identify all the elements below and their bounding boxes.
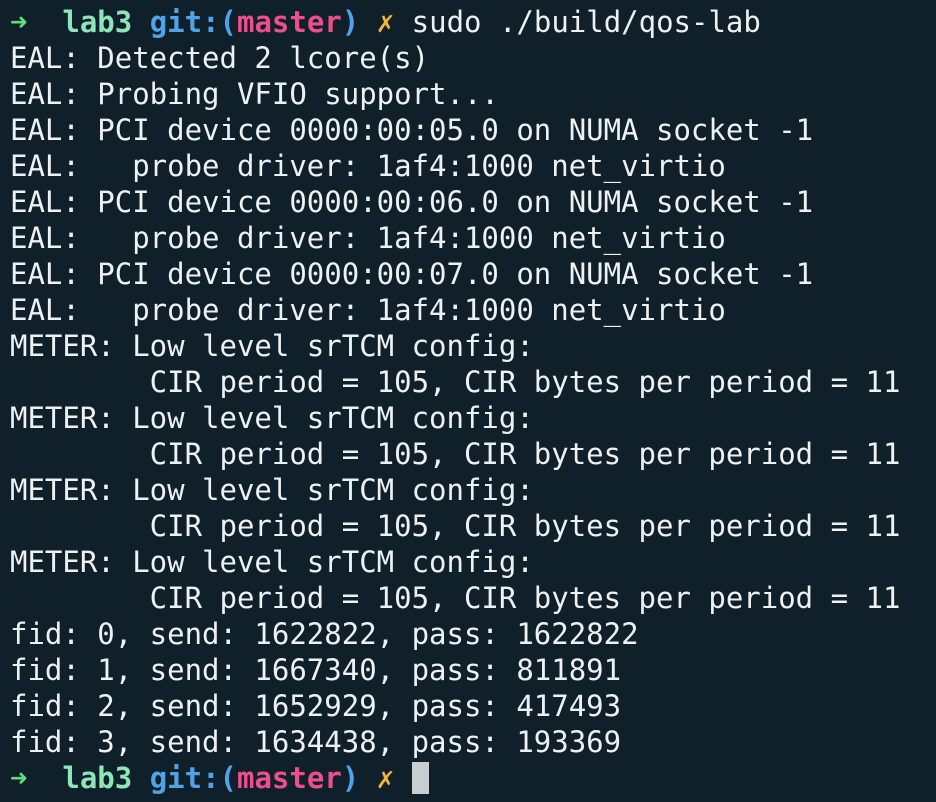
output-line: fid: 1, send: 1667340, pass: 811891 xyxy=(10,653,622,687)
prompt-dirty-icon: ✗ xyxy=(376,761,395,795)
output-line: fid: 0, send: 1622822, pass: 1622822 xyxy=(10,617,639,651)
output-line: EAL: PCI device 0000:00:07.0 on NUMA soc… xyxy=(10,257,814,291)
terminal-output: ➜ lab3 git:(master) ✗ sudo ./build/qos-l… xyxy=(10,4,936,796)
prompt-git-prefix: git:( xyxy=(149,761,238,795)
output-line: EAL: Detected 2 lcore(s) xyxy=(10,41,430,75)
prompt-git-prefix: git:( xyxy=(149,5,238,39)
prompt-git-suffix: ) xyxy=(341,761,360,795)
prompt-line-current[interactable]: ➜ lab3 git:(master) ✗ xyxy=(10,760,936,796)
prompt-directory: lab3 xyxy=(62,5,133,39)
command-text: sudo ./build/qos-lab xyxy=(411,5,761,39)
output-line: fid: 2, send: 1652929, pass: 417493 xyxy=(10,689,622,723)
terminal-window[interactable]: ➜ lab3 git:(master) ✗ sudo ./build/qos-l… xyxy=(0,0,936,802)
output-line: METER: Low level srTCM config: xyxy=(10,329,534,363)
output-line: METER: Low level srTCM config: xyxy=(10,473,534,507)
output-line: EAL: probe driver: 1af4:1000 net_virtio xyxy=(10,221,726,255)
prompt-branch: master xyxy=(237,5,342,39)
prompt-dirty-icon: ✗ xyxy=(376,5,395,39)
prompt-line: ➜ lab3 git:(master) ✗ sudo ./build/qos-l… xyxy=(10,4,936,40)
text-cursor[interactable] xyxy=(411,762,429,794)
output-line: EAL: PCI device 0000:00:05.0 on NUMA soc… xyxy=(10,113,814,147)
output-line: EAL: PCI device 0000:00:06.0 on NUMA soc… xyxy=(10,185,814,219)
prompt-arrow-icon: ➜ xyxy=(10,5,28,39)
output-line: fid: 3, send: 1634438, pass: 193369 xyxy=(10,725,622,759)
prompt-directory: lab3 xyxy=(62,761,133,795)
output-line: EAL: probe driver: 1af4:1000 net_virtio xyxy=(10,293,726,327)
prompt-branch: master xyxy=(237,761,342,795)
output-line: EAL: Probing VFIO support... xyxy=(10,77,499,111)
output-line: CIR period = 105, CIR bytes per period =… xyxy=(10,437,901,471)
output-line: CIR period = 105, CIR bytes per period =… xyxy=(10,581,901,615)
output-line: CIR period = 105, CIR bytes per period =… xyxy=(10,509,901,543)
prompt-arrow-icon: ➜ xyxy=(10,761,28,795)
prompt-git-suffix: ) xyxy=(341,5,360,39)
output-line: CIR period = 105, CIR bytes per period =… xyxy=(10,365,901,399)
output-line: METER: Low level srTCM config: xyxy=(10,545,534,579)
output-line: METER: Low level srTCM config: xyxy=(10,401,534,435)
output-line: EAL: probe driver: 1af4:1000 net_virtio xyxy=(10,149,726,183)
